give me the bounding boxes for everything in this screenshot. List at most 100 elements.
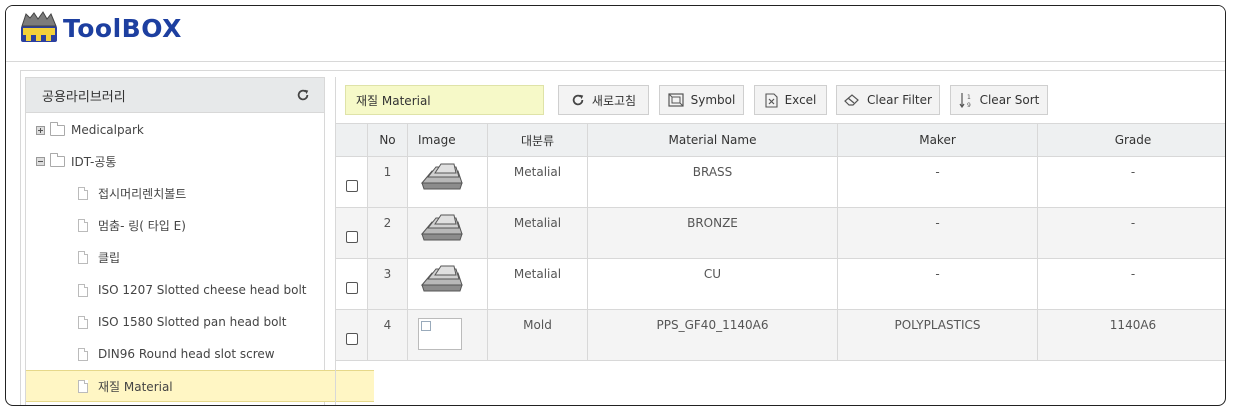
clear-filter-button[interactable]: Clear Filter <box>836 85 940 115</box>
tree-folder-medicalpark[interactable]: Medicalpark <box>26 115 332 145</box>
expand-icon[interactable] <box>36 125 45 135</box>
row-checkbox[interactable] <box>345 333 358 345</box>
header-select <box>336 124 368 156</box>
refresh-icon[interactable] <box>296 88 310 102</box>
clear-sort-label: Clear Sort <box>979 93 1040 107</box>
refresh-button-label: 새로고침 <box>591 93 637 108</box>
file-icon <box>78 315 88 329</box>
collapse-icon[interactable] <box>36 156 45 166</box>
tree-item-label: 멈춤- 링( 타입 E) <box>98 218 186 233</box>
excel-button[interactable]: Excel <box>754 85 827 115</box>
table-row[interactable]: 3 Metalial CU - - <box>336 259 1225 310</box>
header-image[interactable]: Image <box>408 124 488 156</box>
row-select <box>336 157 368 207</box>
cell-maker: - <box>838 157 1038 207</box>
cell-material-name: BRASS <box>588 157 838 207</box>
header-category[interactable]: 대분류 <box>488 124 588 156</box>
clear-sort-button[interactable]: 1 9 Clear Sort <box>950 85 1048 115</box>
grid-toolbar: 재질 Material 새로고침 Symbol Excel Clear Filt… <box>336 77 1225 124</box>
file-icon <box>78 283 88 297</box>
metal-ingot-image <box>420 163 463 190</box>
toolbox-logo[interactable]: ToolBOX <box>18 10 182 44</box>
library-tree-panel: 공용라리브러리 Medicalpark IDT-공통 접시머리렌치볼트 멈춤- … <box>25 77 374 405</box>
broken-image <box>418 318 462 350</box>
cell-grade: - <box>1130 216 1136 230</box>
tree-item-label: ISO 1580 Slotted pan head bolt <box>98 315 287 329</box>
tree-item-label: IDT-공통 <box>71 154 117 169</box>
row-select <box>336 310 368 360</box>
material-grid-panel: 재질 Material 새로고침 Symbol Excel Clear Filt… <box>335 77 1225 405</box>
top-bar: ToolBOX <box>6 6 1225 62</box>
cell-maker: POLYPLASTICS <box>838 310 1038 360</box>
symbol-button-label: Symbol <box>690 93 736 107</box>
tree-item-selected[interactable]: 재질 Material <box>26 370 374 402</box>
row-select <box>336 208 368 258</box>
cell-image <box>408 157 488 207</box>
tree-item-label: ISO 1207 Slotted cheese head bolt <box>98 283 307 297</box>
metal-ingot-image <box>420 214 463 241</box>
header-maker[interactable]: Maker <box>838 124 1038 156</box>
cell-category: Mold <box>488 310 588 360</box>
row-checkbox[interactable] <box>345 231 358 243</box>
cell-grade: - <box>1130 267 1136 281</box>
sort-icon: 1 9 <box>959 93 971 108</box>
symbol-button[interactable]: Symbol <box>659 85 744 115</box>
tree-item[interactable]: ISO 1207 Slotted cheese head bolt <box>26 275 374 305</box>
header-grade[interactable]: Grade <box>1038 124 1225 156</box>
workspace: 공용라리브러리 Medicalpark IDT-공통 접시머리렌치볼트 멈춤- … <box>20 70 1225 405</box>
file-icon <box>78 347 88 361</box>
tree-folder-idt-common[interactable]: IDT-공통 <box>26 146 332 176</box>
folder-icon <box>50 121 65 136</box>
cell-maker: - <box>838 259 1038 309</box>
tree-item[interactable]: ISO 1580 Slotted pan head bolt <box>26 307 374 337</box>
cell-maker: - <box>838 208 1038 258</box>
tree-item[interactable]: 클립 <box>26 242 374 272</box>
symbol-icon <box>668 93 684 107</box>
cell-material-name: PPS_GF40_1140A6 <box>588 310 838 360</box>
table-row[interactable]: 4 Mold PPS_GF40_1140A6 POLYPLASTICS 1140… <box>336 310 1225 361</box>
tree-item-label: 클립 <box>98 250 121 265</box>
row-select <box>336 259 368 309</box>
logo-text: ToolBOX <box>63 14 182 43</box>
row-checkbox[interactable] <box>345 282 358 294</box>
tree-item[interactable]: 멈춤- 링( 타입 E) <box>26 210 374 240</box>
clear-filter-label: Clear Filter <box>867 93 932 107</box>
library-header: 공용라리브러리 <box>26 78 324 113</box>
table-row[interactable]: 2 Metalial BRONZE - - <box>336 208 1225 259</box>
cell-material-name: BRONZE <box>588 208 838 258</box>
table-row[interactable]: 1 Metalial BRASS - - <box>336 157 1225 208</box>
tree-item-label: Medicalpark <box>71 123 144 137</box>
tree-item[interactable]: 접시머리렌치볼트 <box>26 178 374 208</box>
tree-item[interactable]: DIN96 Round head slot screw <box>26 339 374 369</box>
toolbox-logo-icon <box>21 11 57 42</box>
grid-title: 재질 Material <box>345 85 544 115</box>
cell-no: 2 <box>368 208 408 258</box>
cell-no: 1 <box>368 157 408 207</box>
broken-image-icon <box>421 321 431 331</box>
metal-ingot-image <box>420 265 463 292</box>
cell-no: 3 <box>368 259 408 309</box>
cell-grade: 1140A6 <box>1109 318 1157 332</box>
header-material-name[interactable]: Material Name <box>588 124 838 156</box>
tree-item-label: 접시머리렌치볼트 <box>98 186 187 201</box>
library-title: 공용라리브러리 <box>42 89 126 105</box>
cell-category: Metalial <box>488 208 588 258</box>
tree-item-label: DIN96 Round head slot screw <box>98 347 275 361</box>
cell-image <box>408 208 488 258</box>
app-window: ToolBOX 공용라리브러리 Medicalpark IDT-공통 접시머리렌… <box>5 5 1226 406</box>
cell-grade: - <box>1130 165 1136 179</box>
cell-no: 4 <box>368 310 408 360</box>
cell-image <box>408 310 488 360</box>
eraser-icon <box>844 94 859 106</box>
refresh-button[interactable]: 새로고침 <box>558 85 649 115</box>
excel-button-label: Excel <box>784 93 817 107</box>
grid-header: No Image 대분류 Material Name Maker Grade <box>336 124 1225 157</box>
excel-icon <box>765 92 778 108</box>
header-no[interactable]: No <box>368 124 408 156</box>
svg-text:9: 9 <box>967 102 971 108</box>
file-icon <box>78 218 88 232</box>
cell-category: Metalial <box>488 259 588 309</box>
file-icon <box>78 379 88 393</box>
cell-category: Metalial <box>488 157 588 207</box>
row-checkbox[interactable] <box>345 180 358 192</box>
